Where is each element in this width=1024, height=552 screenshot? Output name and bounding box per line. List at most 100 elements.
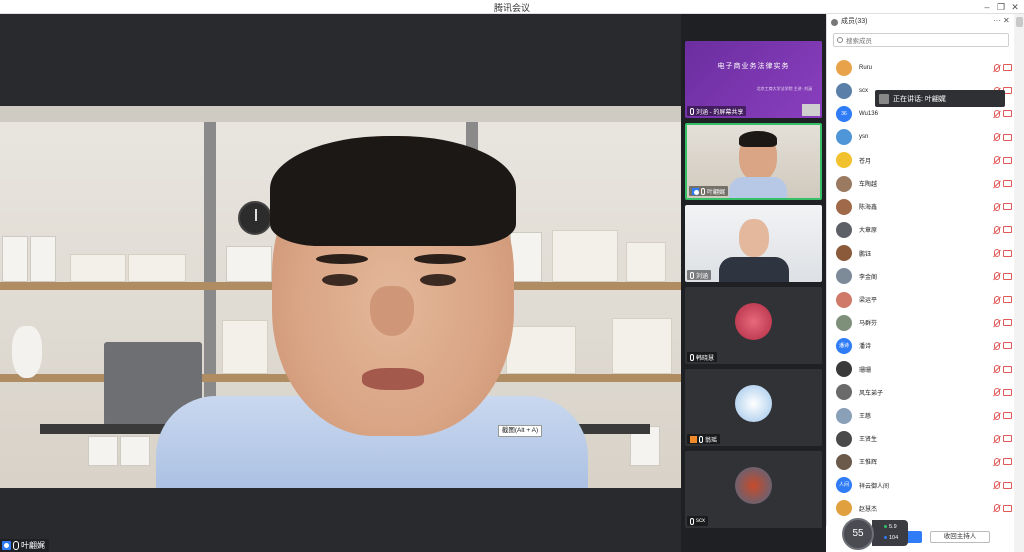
members-icon bbox=[831, 18, 838, 26]
camera-off-icon[interactable] bbox=[1003, 272, 1012, 280]
muted-mic-icon[interactable] bbox=[994, 249, 1000, 258]
muted-mic-icon[interactable] bbox=[994, 434, 1000, 443]
tile-label: 刘涵 bbox=[687, 270, 712, 280]
muted-mic-icon[interactable] bbox=[994, 341, 1000, 350]
avatar bbox=[735, 303, 772, 340]
camera-off-icon[interactable] bbox=[1003, 388, 1012, 396]
muted-mic-icon[interactable] bbox=[994, 457, 1000, 466]
member-row[interactable]: 人间 祥云御人间 bbox=[827, 474, 1014, 497]
close-panel-icon[interactable]: ✕ bbox=[1003, 16, 1010, 25]
gallery-tile-weng[interactable]: 翁瑶 bbox=[685, 369, 822, 446]
member-row[interactable]: 马群芬 bbox=[827, 311, 1014, 334]
speaker-avatar bbox=[879, 93, 889, 104]
camera-off-icon[interactable] bbox=[1003, 64, 1012, 71]
avatar bbox=[836, 453, 852, 470]
tile-name: 韩晓慧 bbox=[696, 355, 715, 362]
member-row[interactable]: 赵慧杰 bbox=[827, 497, 1014, 520]
member-row[interactable]: 陈海鑫 bbox=[827, 195, 1014, 218]
avatar bbox=[735, 385, 772, 422]
muted-mic-icon[interactable] bbox=[994, 156, 1000, 165]
tile-label: 翁瑶 bbox=[687, 434, 721, 444]
camera-off-icon[interactable] bbox=[1003, 342, 1012, 350]
member-name: 祥云御人间 bbox=[859, 483, 890, 490]
member-row[interactable]: 王慈 bbox=[827, 404, 1014, 427]
camera-off-icon[interactable] bbox=[1003, 249, 1012, 257]
gallery-tile-ye[interactable]: 叶翩娓 bbox=[685, 123, 822, 200]
tile-label: 韩晓慧 bbox=[687, 352, 718, 362]
camera-off-icon[interactable] bbox=[1003, 365, 1012, 373]
camera-off-icon[interactable] bbox=[1003, 412, 1012, 419]
muted-mic-icon[interactable] bbox=[994, 272, 1000, 281]
member-row[interactable]: 鹏钰 bbox=[827, 242, 1014, 265]
camera-off-icon[interactable] bbox=[1003, 319, 1012, 327]
muted-mic-icon[interactable] bbox=[994, 179, 1000, 188]
muted-mic-icon[interactable] bbox=[994, 295, 1000, 304]
camera-off-icon[interactable] bbox=[1003, 296, 1012, 303]
scrollbar-thumb[interactable] bbox=[1016, 17, 1023, 27]
muted-mic-icon[interactable] bbox=[994, 202, 1000, 211]
member-row[interactable]: 李金阁 bbox=[827, 265, 1014, 288]
member-row[interactable]: ysn bbox=[827, 126, 1014, 149]
camera-off-icon[interactable] bbox=[1003, 110, 1012, 118]
avatar bbox=[836, 198, 852, 215]
more-icon[interactable]: ··· bbox=[993, 16, 1001, 25]
muted-mic-icon[interactable] bbox=[994, 411, 1000, 420]
member-name: Wu136 bbox=[859, 110, 878, 117]
gallery-tile-scx[interactable]: scx bbox=[685, 451, 822, 528]
restore-icon[interactable]: ❐ bbox=[994, 1, 1008, 13]
camera-off-icon[interactable] bbox=[1003, 133, 1012, 141]
camera-off-icon[interactable] bbox=[1003, 180, 1012, 187]
member-row[interactable]: 苍月 bbox=[827, 149, 1014, 172]
muted-mic-icon[interactable] bbox=[994, 225, 1000, 234]
camera-off-icon[interactable] bbox=[1003, 203, 1012, 211]
gallery-tile-liu[interactable]: 刘涵 bbox=[685, 205, 822, 282]
member-row[interactable]: 风车弟子 bbox=[827, 381, 1014, 404]
muted-mic-icon[interactable] bbox=[994, 63, 1000, 72]
muted-mic-icon[interactable] bbox=[994, 504, 1000, 513]
main-speaker-video[interactable]: 截图(Alt + A) bbox=[0, 14, 681, 552]
member-name: 车陶越 bbox=[859, 182, 878, 188]
presenter-thumbnail bbox=[802, 104, 820, 116]
member-row[interactable]: 王贤生 bbox=[827, 427, 1014, 450]
minimize-icon[interactable]: – bbox=[980, 1, 994, 13]
tile-name: 刘涵 bbox=[696, 273, 709, 280]
member-row[interactable]: 车陶越 bbox=[827, 172, 1014, 195]
member-row[interactable]: 潘诗 潘诗 bbox=[827, 334, 1014, 357]
member-name: 大章原 bbox=[859, 228, 878, 235]
member-row[interactable]: 珊珊 bbox=[827, 358, 1014, 381]
camera-off-icon[interactable] bbox=[1003, 226, 1012, 234]
muted-mic-icon[interactable] bbox=[994, 365, 1000, 374]
member-name: 苍月 bbox=[859, 158, 872, 165]
gallery-tile-screen-share[interactable]: 电子商业务法律实务 北京工商大学法学院 主讲: 刘涵 刘涵 - 的屏幕共享 bbox=[685, 41, 822, 118]
member-row[interactable]: 大章原 bbox=[827, 218, 1014, 241]
network-quality-gauge[interactable]: 55 bbox=[842, 518, 874, 550]
muted-mic-icon[interactable] bbox=[994, 481, 1000, 490]
muted-mic-icon[interactable] bbox=[994, 133, 1000, 142]
member-row[interactable]: 梁运平 bbox=[827, 288, 1014, 311]
avatar bbox=[836, 268, 852, 285]
avatar: 潘诗 bbox=[836, 337, 852, 354]
gallery-tile-han[interactable]: 韩晓慧 bbox=[685, 287, 822, 364]
muted-mic-icon[interactable] bbox=[994, 318, 1000, 327]
member-search-input[interactable]: 搜索成员 bbox=[833, 33, 1009, 47]
member-row[interactable]: Ruru bbox=[827, 56, 1014, 79]
camera-off-icon[interactable] bbox=[1003, 458, 1012, 466]
avatar: 36 bbox=[836, 105, 852, 122]
muted-mic-icon[interactable] bbox=[994, 388, 1000, 397]
camera-off-icon[interactable] bbox=[1003, 504, 1012, 512]
search-placeholder: 搜索成员 bbox=[846, 38, 872, 45]
slide-title: 电子商业务法律实务 bbox=[717, 63, 790, 70]
camera-off-icon[interactable] bbox=[1003, 156, 1012, 164]
close-icon[interactable]: ✕ bbox=[1008, 1, 1022, 13]
camera-off-icon[interactable] bbox=[1003, 435, 1012, 443]
avatar bbox=[836, 314, 852, 331]
avatar bbox=[836, 361, 852, 378]
muted-mic-icon[interactable] bbox=[994, 109, 1000, 118]
slide-subtitle: 北京工商大学法学院 主讲: 刘涵 bbox=[756, 86, 812, 91]
member-row[interactable]: 王惟辉 bbox=[827, 450, 1014, 473]
microphone-icon bbox=[699, 435, 703, 443]
microphone-icon bbox=[690, 107, 694, 115]
scrollbar[interactable] bbox=[1014, 14, 1024, 552]
camera-off-icon[interactable] bbox=[1003, 481, 1012, 489]
reclaim-host-button[interactable]: 收回主持人 bbox=[930, 531, 990, 543]
